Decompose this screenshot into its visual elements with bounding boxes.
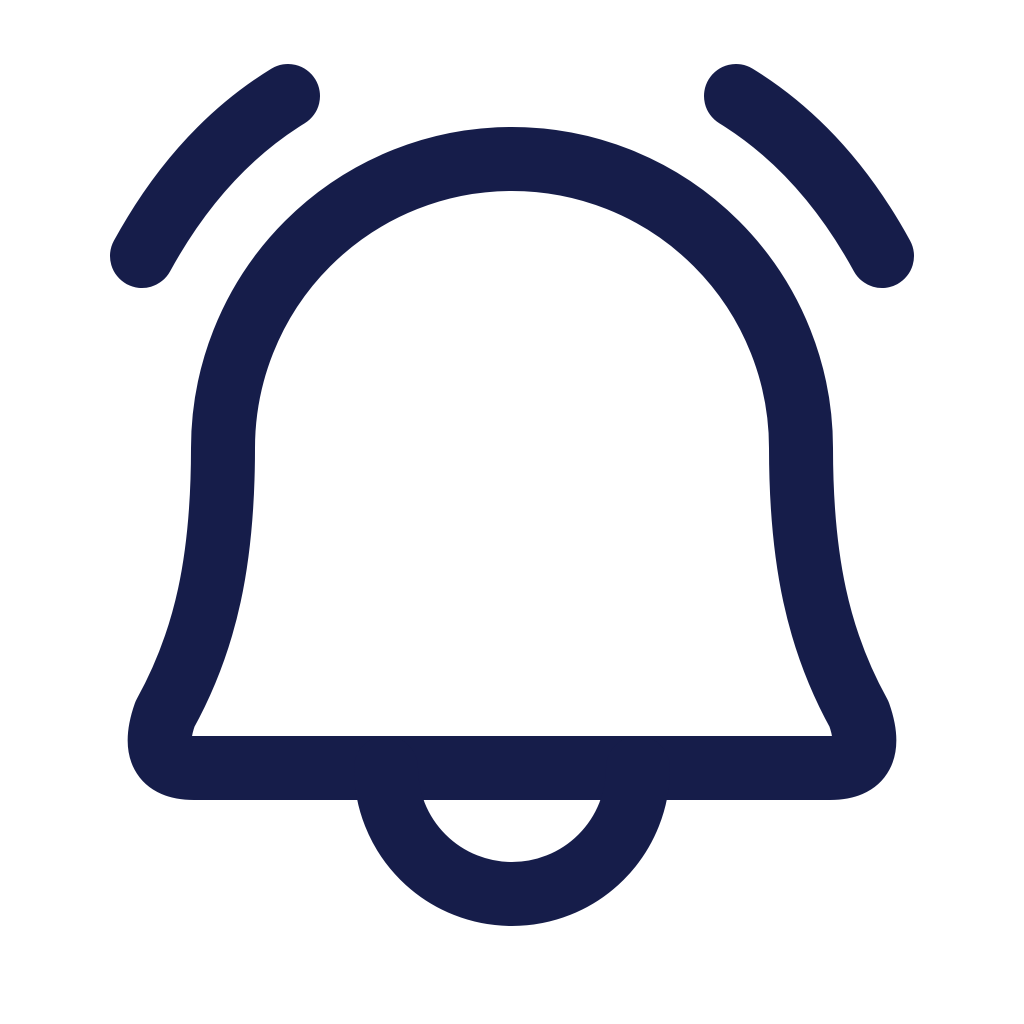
icon-canvas [0, 0, 1024, 1024]
right-ring-wave [704, 64, 914, 288]
bell-body [127, 127, 897, 800]
bell-ringing-icon [110, 64, 914, 926]
left-ring-wave [110, 64, 320, 288]
